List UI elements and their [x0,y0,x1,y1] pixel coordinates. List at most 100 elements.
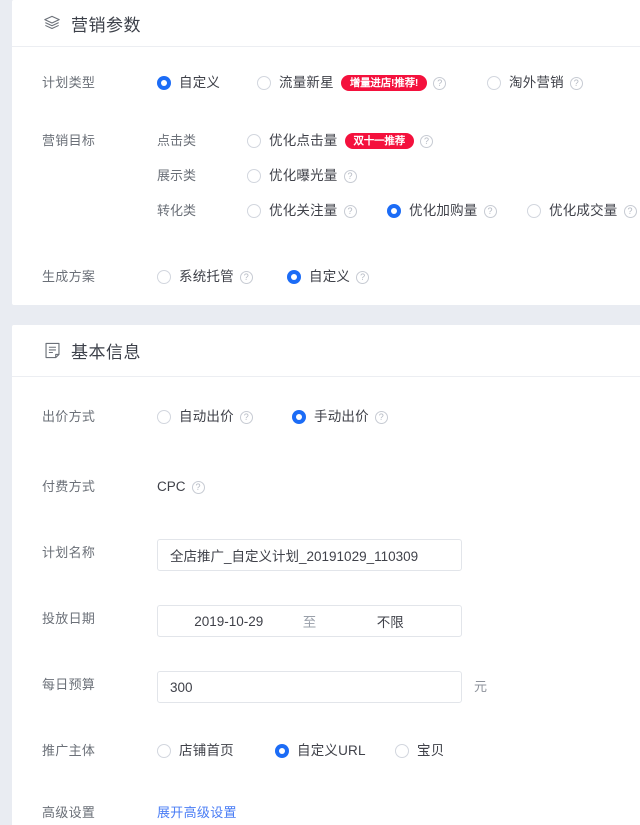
radio-label: 自定义 [179,75,221,90]
radio-label: 优化曝光量 [269,168,338,183]
help-icon[interactable]: ? [239,270,253,284]
date-range-picker[interactable]: 2019-10-29 至 不限 [157,605,462,637]
radio-plan-type-offsite[interactable]: 淘外营销 ? [487,69,583,97]
radio-indicator [157,744,171,758]
section-header-marketing: 营销参数 [12,0,640,47]
plan-type-options: 自定义 流量新星 增量进店!推荐! ? 淘外营销 ? [157,69,640,97]
radio-indicator [287,270,301,284]
section-marketing-params: 营销参数 计划类型 自定义 流量新星 增量进店!推荐! ? 淘外营销 ? 营销目… [12,0,640,305]
date-separator: 至 [302,615,317,630]
radio-generate-system[interactable]: 系统托管 ? [157,263,287,291]
pay-mode-value: CPC [157,479,186,494]
section-title-basic: 基本信息 [71,343,141,362]
help-icon[interactable]: ? [623,204,637,218]
advanced-settings-content: 展开高级设置 [157,799,640,825]
radio-label: 手动出价 [314,409,369,424]
section-basic-info: 基本信息 出价方式 自动出价 ? 手动出价 ? 付费方式 CPC ? 计划名称 … [12,325,640,825]
document-icon [42,341,62,361]
radio-label: 优化关注量 [269,203,338,218]
radio-label: 宝贝 [417,743,445,758]
radio-plan-type-custom[interactable]: 自定义 [157,69,257,97]
daily-budget-field-wrap: 300 元 [157,671,640,703]
goal-sub-label: 展示类 [157,168,197,183]
radio-indicator [157,410,171,424]
radio-indicator [527,204,541,218]
radio-goal-optimize-clicks[interactable]: 优化点击量 双十一推荐 ? [247,127,433,155]
radio-generate-custom[interactable]: 自定义 ? [287,263,370,291]
bid-mode-options: 自动出价 ? 手动出价 ? [157,403,640,431]
plan-name-field-wrap: 全店推广_自定义计划_20191029_110309 [157,539,640,571]
row-plan-type: 计划类型 自定义 流量新星 增量进店!推荐! ? 淘外营销 ? [12,47,640,97]
goal-group-click: 点击类 优化点击量 双十一推荐 ? [157,127,640,155]
radio-promote-custom-url[interactable]: 自定义URL [275,737,395,765]
daily-budget-unit: 元 [474,679,488,694]
goal-sub-label: 转化类 [157,203,197,218]
radio-indicator [487,76,501,90]
label-marketing-goal: 营销目标 [42,133,96,148]
radio-promote-item[interactable]: 宝贝 [395,737,444,765]
label-plan-name: 计划名称 [42,545,96,560]
daily-budget-input[interactable]: 300 [157,671,462,703]
radio-label: 自定义URL [297,743,366,758]
plan-name-input[interactable]: 全店推广_自定义计划_20191029_110309 [157,539,462,571]
help-icon[interactable]: ? [433,76,447,90]
section-header-basic: 基本信息 [12,325,640,377]
help-icon[interactable]: ? [343,169,357,183]
help-icon[interactable]: ? [420,134,433,148]
radio-indicator [247,134,261,148]
badge-recommend: 增量进店!推荐! [340,75,428,91]
label-daily-budget: 每日预算 [42,677,96,692]
radio-indicator [247,204,261,218]
help-icon[interactable]: ? [374,410,388,424]
daily-budget-value: 300 [170,679,193,695]
help-icon[interactable]: ? [569,76,583,90]
row-daily-budget: 每日预算 300 元 [12,637,640,703]
help-icon[interactable]: ? [343,204,357,218]
radio-label: 自定义 [309,269,351,284]
page-root: 营销参数 计划类型 自定义 流量新星 增量进店!推荐! ? 淘外营销 ? 营销目… [0,0,640,825]
radio-label: 优化点击量 [269,133,338,148]
section-title-marketing: 营销参数 [71,15,141,35]
promote-target-options: 店铺首页 自定义URL 宝贝 [157,737,640,765]
label-plan-type: 计划类型 [42,75,96,90]
radio-indicator [157,270,171,284]
radio-label: 流量新星 [279,75,334,90]
row-pay-mode: 付费方式 CPC ? [12,431,640,501]
radio-bid-auto[interactable]: 自动出价 ? [157,403,292,431]
pay-mode-value-wrap: CPC ? [157,473,640,501]
marketing-goal-groups: 点击类 优化点击量 双十一推荐 ? 展示类 优化曝光量 ? 转化类 优化关注量 … [157,127,640,225]
radio-label: 店铺首页 [179,743,234,758]
help-icon[interactable]: ? [356,270,370,284]
radio-label: 系统托管 [179,269,234,284]
label-pay-mode: 付费方式 [42,479,96,494]
radio-bid-manual[interactable]: 手动出价 ? [292,403,388,431]
goal-sub-label: 点击类 [157,133,197,148]
badge-double-eleven: 双十一推荐 [344,133,414,149]
row-bid-mode: 出价方式 自动出价 ? 手动出价 ? [12,377,640,431]
radio-goal-optimize-follows[interactable]: 优化关注量 ? [247,197,387,225]
expand-advanced-settings-link[interactable]: 展开高级设置 [157,805,237,820]
date-start[interactable]: 2019-10-29 [166,614,292,629]
label-advanced-settings: 高级设置 [42,805,96,820]
radio-goal-optimize-impressions[interactable]: 优化曝光量 ? [247,162,357,190]
radio-label: 优化加购量 [409,203,478,218]
radio-label: 优化成交量 [549,203,618,218]
radio-plan-type-traffic-star[interactable]: 流量新星 增量进店!推荐! ? [257,69,487,97]
date-end[interactable]: 不限 [328,611,454,631]
label-generate-plan: 生成方案 [42,269,96,284]
goal-group-impression: 展示类 优化曝光量 ? [157,162,640,190]
help-icon[interactable]: ? [191,480,205,494]
generate-plan-options: 系统托管 ? 自定义 ? [157,263,640,291]
radio-indicator [292,410,306,424]
radio-promote-shop-home[interactable]: 店铺首页 [157,737,275,765]
radio-indicator [257,76,271,90]
help-icon[interactable]: ? [483,204,497,218]
radio-goal-optimize-cart-adds[interactable]: 优化加购量 ? [387,197,527,225]
radio-indicator [157,76,171,90]
row-date-range: 投放日期 2019-10-29 至 不限 [12,571,640,637]
radio-indicator [247,169,261,183]
radio-goal-optimize-transactions[interactable]: 优化成交量 ? [527,197,637,225]
help-icon[interactable]: ? [239,410,253,424]
goal-group-conversion: 转化类 优化关注量 ? 优化加购量 ? 优化成交量 ? [157,197,640,225]
plan-name-value: 全店推广_自定义计划_20191029_110309 [170,549,419,564]
